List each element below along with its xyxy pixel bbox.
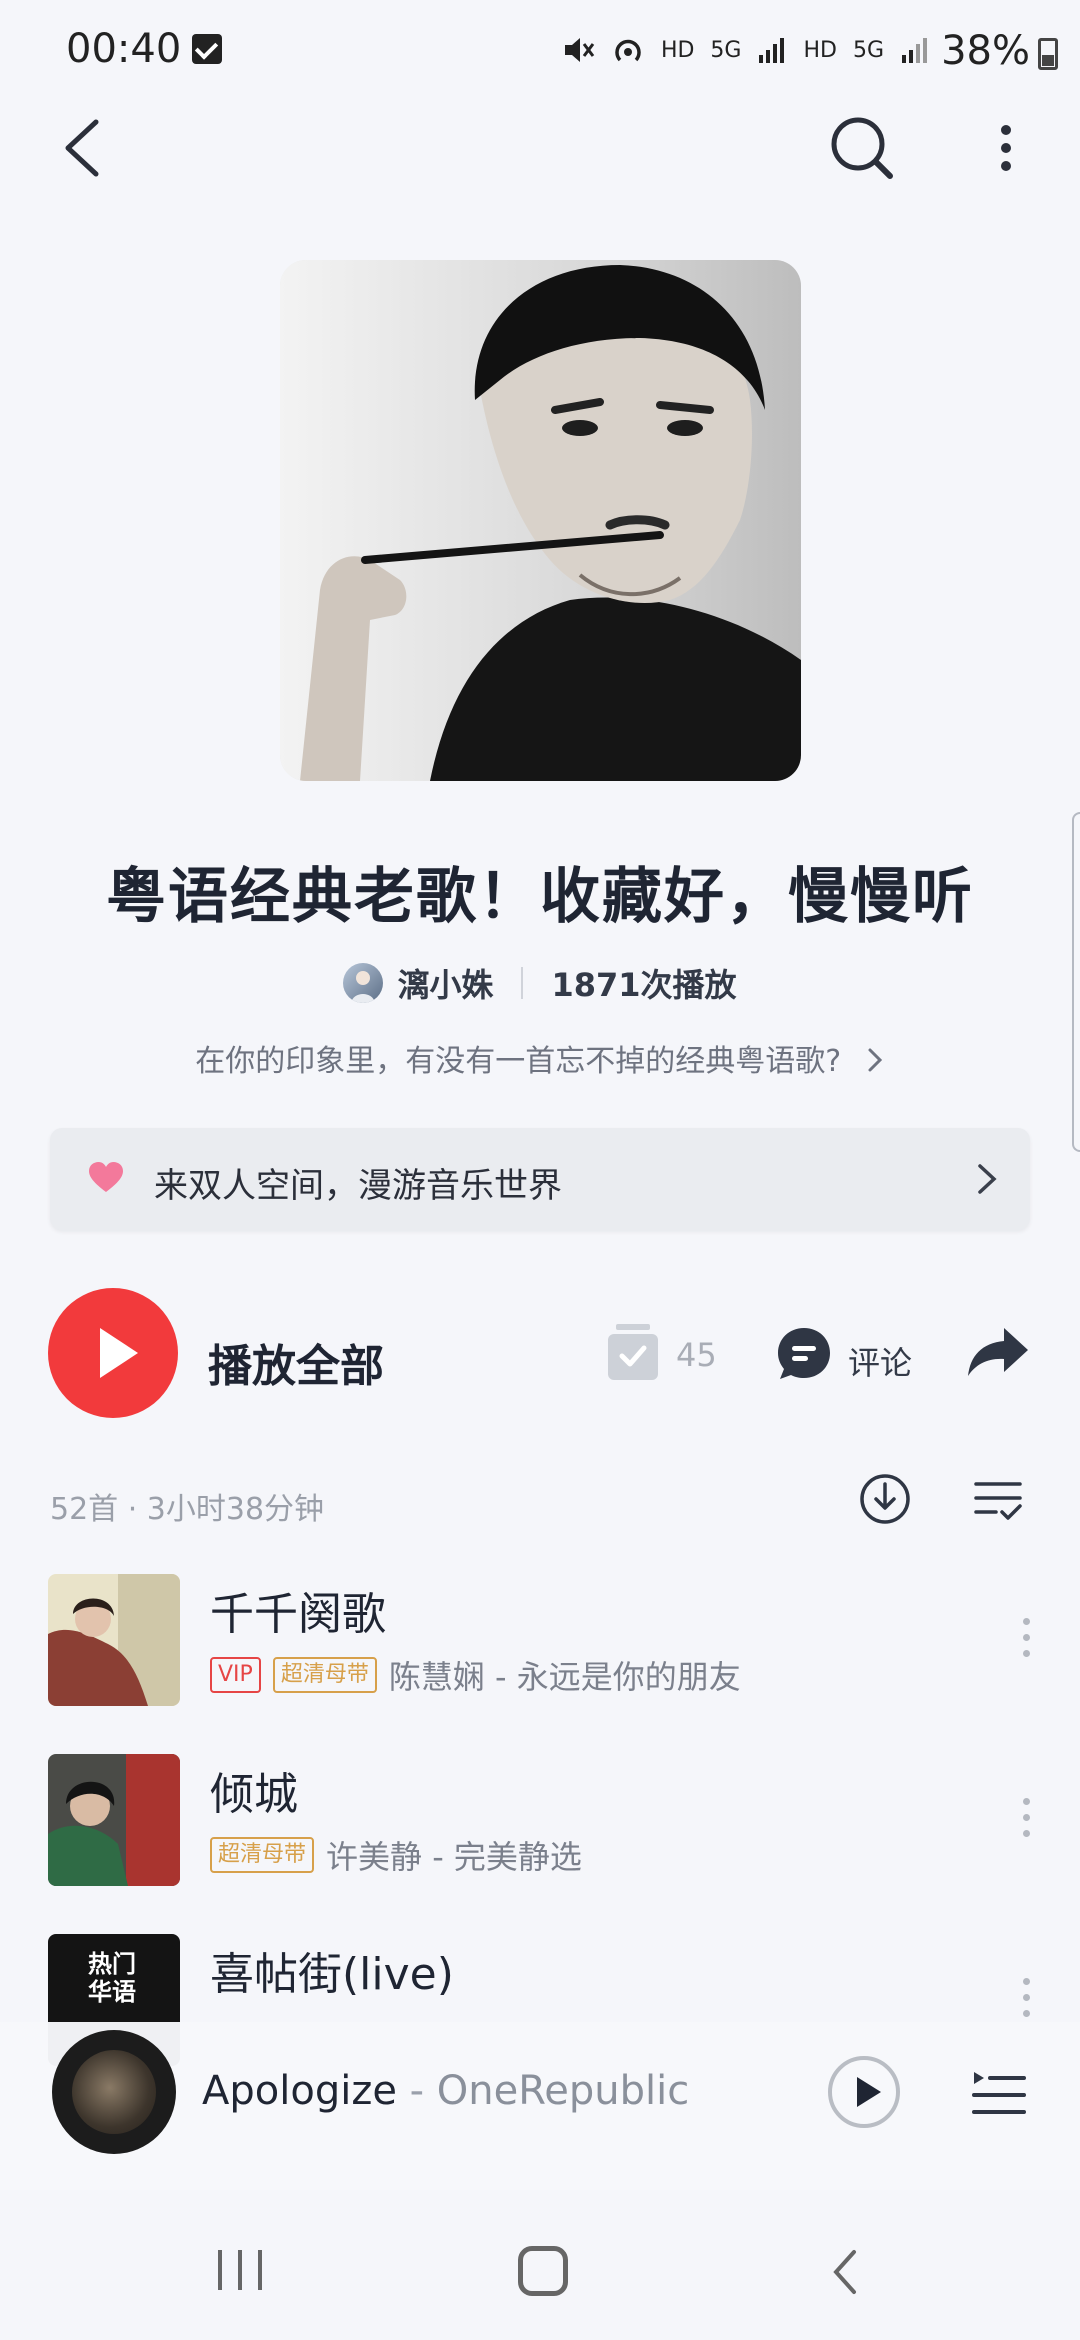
signal-icon [759, 38, 785, 63]
song-more-icon[interactable] [1020, 1798, 1032, 1842]
song-meta: 超清母带 许美静 - 完美静选 [210, 1832, 582, 1878]
5g-label: 5G [710, 37, 742, 63]
hq-badge: 超清母带 [210, 1837, 315, 1873]
collect-icon[interactable] [606, 1322, 660, 1382]
song-cover [48, 1574, 180, 1706]
play-count: 1871次播放 [551, 966, 737, 1004]
share-icon[interactable] [966, 1326, 1030, 1378]
chevron-right-icon [978, 1164, 997, 1194]
5g-label-2: 5G [852, 37, 884, 63]
comment-label[interactable]: 评论 [848, 1338, 912, 1384]
song-meta: VIP 超清母带 陈慧娴 - 永远是你的朋友 [210, 1652, 741, 1698]
now-playing-disc[interactable] [52, 2030, 176, 2154]
signal-icon-2 [902, 38, 927, 63]
heart-icon [89, 1162, 123, 1192]
song-title: 倾城 [210, 1769, 298, 1820]
battery-percent: 38% [941, 28, 1030, 74]
vip-badge: VIP [210, 1657, 261, 1693]
play-all-button[interactable] [48, 1288, 178, 1418]
hotspot-icon [615, 39, 641, 62]
back-icon[interactable] [56, 112, 116, 184]
playlist-cover[interactable] [280, 260, 801, 781]
status-time: 00:40 [66, 26, 182, 72]
hq-badge: 超清母带 [272, 1657, 377, 1693]
cover-text: 热门 华语 [88, 1950, 136, 2006]
banner-text: 来双人空间，漫游音乐世界 [154, 1166, 562, 1206]
search-icon[interactable] [826, 112, 898, 184]
multi-select-icon[interactable] [974, 1478, 1024, 1522]
track-title: Apologize [202, 2068, 397, 2114]
mute-icon [564, 38, 595, 62]
cover-text-line: 华语 [88, 1978, 136, 2006]
shared-space-banner[interactable]: 来双人空间，漫游音乐世界 [50, 1128, 1030, 1230]
hd-label: HD [660, 37, 695, 63]
edge-panel-handle[interactable] [1072, 812, 1080, 1152]
song-cover [48, 1754, 180, 1886]
home-icon[interactable] [518, 2246, 568, 2296]
creator-name[interactable]: 漓小姝 [397, 960, 493, 1006]
nav-back-icon[interactable] [830, 2248, 860, 2296]
divider [521, 967, 524, 999]
mini-player[interactable]: Apologize - OneRepublic [0, 2022, 1080, 2190]
song-row[interactable]: 千千阕歌 VIP 超清母带 陈慧娴 - 永远是你的朋友 [0, 1574, 1080, 1734]
song-summary: 52首 · 3小时38分钟 [50, 1492, 325, 1527]
playlist-queue-icon[interactable] [972, 2068, 1026, 2118]
playlist-description[interactable]: 在你的印象里，有没有一首忘不掉的经典粤语歌? [0, 1036, 1080, 1080]
hd-label-2: HD [803, 37, 837, 63]
song-more-icon[interactable] [1020, 1978, 1032, 2022]
notification-check-icon [192, 34, 222, 64]
system-nav-bar [0, 2190, 1080, 2340]
battery-icon [1038, 38, 1058, 70]
title-separator: - [396, 2068, 437, 2114]
recent-apps-icon[interactable] [214, 2248, 266, 2292]
creator-avatar[interactable] [343, 963, 384, 1003]
play-all-label[interactable]: 播放全部 [208, 1330, 384, 1394]
chevron-right-icon [868, 1048, 882, 1072]
playlist-title: 粤语经典老歌！收藏好，慢慢听 [106, 862, 974, 932]
song-more-icon[interactable] [1020, 1618, 1032, 1662]
cover-text-line: 热门 [88, 1950, 136, 1978]
more-icon[interactable] [988, 112, 1024, 184]
play-pause-button[interactable] [828, 2056, 900, 2128]
song-artist-album: 陈慧娴 - 永远是你的朋友 [388, 1658, 741, 1696]
creator-row[interactable]: 漓小姝 1871次播放 [0, 958, 1080, 1008]
track-artist: OneRepublic [436, 2068, 690, 2114]
song-title: 喜帖街(live) [210, 1949, 454, 2000]
now-playing-cover [72, 2050, 156, 2134]
comment-icon[interactable] [776, 1326, 832, 1382]
song-row[interactable]: 倾城 超清母带 许美静 - 完美静选 [0, 1754, 1080, 1914]
song-title: 千千阕歌 [210, 1589, 386, 1640]
status-icons: HD 5G HD 5G [561, 28, 930, 72]
status-bar: 00:40 HD 5G HD 5G 38% [0, 0, 1080, 100]
song-artist-album: 许美静 - 完美静选 [326, 1838, 582, 1876]
description-text: 在你的印象里，有没有一首忘不掉的经典粤语歌? [195, 1044, 842, 1079]
download-icon[interactable] [858, 1472, 912, 1526]
now-playing-title[interactable]: Apologize - OneRepublic [202, 2068, 689, 2114]
collect-count: 45 [676, 1336, 717, 1374]
